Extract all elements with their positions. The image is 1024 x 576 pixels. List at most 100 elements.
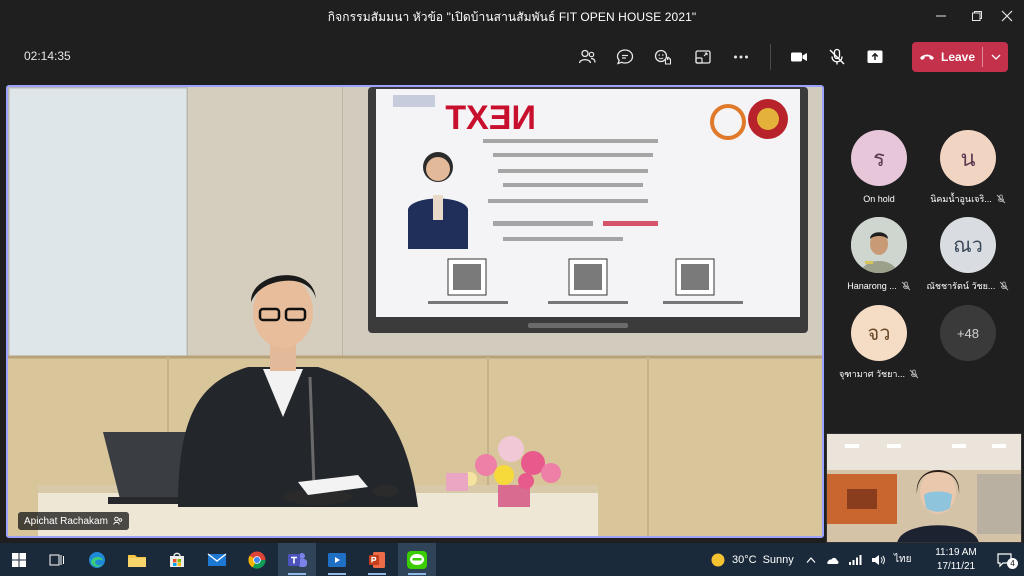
avatar (851, 217, 907, 273)
leave-options-button[interactable] (983, 42, 1008, 72)
mic-off-icon (1000, 281, 1009, 291)
close-window-button[interactable] (990, 0, 1024, 32)
participant-name: นิคมน้ำอูนเจริ... (930, 194, 992, 204)
leave-main-button[interactable]: Leave (912, 42, 982, 72)
avatar: จว (851, 305, 907, 361)
sun-icon (711, 553, 725, 566)
participant-name-row: จุฑามาศ วัชยา... (836, 367, 922, 381)
mic-button[interactable] (822, 42, 852, 72)
start-button[interactable] (0, 543, 38, 576)
participant-name-row: Hanarong ... (836, 279, 922, 293)
presenter-icon (113, 516, 123, 525)
mail-taskbar-button[interactable] (198, 543, 236, 576)
weather-widget[interactable]: 30°C Sunny (710, 543, 794, 576)
participant-tile[interactable]: น นิคมน้ำอูนเจริ... (925, 130, 1011, 206)
self-view-frame (827, 434, 1021, 542)
onedrive-cloud-icon[interactable] (825, 555, 839, 565)
line-messenger-icon (407, 550, 427, 569)
meeting-timer: 02:14:35 (24, 49, 71, 63)
notification-count: 4 (1007, 558, 1018, 569)
participant-name: Hanarong ... (847, 281, 897, 291)
people-icon (578, 49, 596, 64)
windows-logo-icon (12, 552, 26, 567)
mic-off-icon (829, 48, 845, 65)
title-bar: กิจกรรมสัมมนา หัวข้อ "เปิดบ้านสานสัมพันธ… (0, 0, 1024, 32)
powerpoint-icon (369, 551, 385, 568)
weather-temp: 30°C (732, 553, 757, 566)
input-language[interactable]: ไทย (894, 552, 911, 567)
clock-time: 11:19 AM (935, 547, 977, 558)
participant-name-row: On hold (836, 192, 922, 206)
breakout-rooms-icon (695, 50, 711, 64)
system-tray: ไทย (806, 543, 911, 576)
network-icon[interactable] (848, 554, 862, 566)
video-camera-icon (791, 52, 807, 62)
participant-tile[interactable]: ร On hold (836, 130, 922, 206)
chat-button[interactable] (610, 42, 640, 72)
chevron-up-icon[interactable] (806, 556, 816, 564)
toolbar-divider (770, 44, 771, 70)
more-horizontal-icon (734, 55, 748, 59)
edge-browser-icon (89, 551, 105, 568)
taskbar-clock[interactable]: 11:19 AM 17/11/21 (930, 546, 982, 574)
store-bag-icon (170, 552, 184, 567)
teams-taskbar-button[interactable] (278, 543, 316, 576)
media-player-taskbar-button[interactable] (318, 543, 356, 576)
mic-off-icon (996, 194, 1006, 204)
avatar: ณว (940, 217, 996, 273)
clock-date: 17/11/21 (936, 561, 976, 572)
leave-label: Leave (940, 50, 976, 64)
window-title: กิจกรรมสัมมนา หัวข้อ "เปิดบ้านสานสัมพันธ… (327, 10, 697, 24)
participants-button[interactable] (572, 42, 602, 72)
phone-hangup-icon (919, 54, 934, 60)
chevron-down-icon (991, 54, 1000, 60)
self-view-video[interactable] (826, 433, 1022, 543)
more-participants-button[interactable]: +48 (940, 305, 996, 361)
task-view-icon (49, 554, 64, 565)
mail-envelope-icon (207, 552, 227, 566)
media-player-icon (328, 552, 346, 567)
camera-button[interactable] (784, 42, 814, 72)
share-screen-button[interactable] (860, 42, 890, 72)
meeting-toolbar: 02:14:35 Leave (0, 32, 1024, 82)
participant-name: ณัชชารัตน์ วัชย... (926, 281, 996, 291)
leave-button[interactable]: Leave (912, 42, 1008, 72)
participant-name: On hold (863, 194, 895, 204)
participant-name-row: นิคมน้ำอูนเจริ... (925, 192, 1011, 206)
participant-photo (851, 217, 907, 273)
slide-heading: NEXT (445, 99, 536, 137)
speaker-name: Apichat Rachakam (24, 515, 108, 527)
powerpoint-taskbar-button[interactable] (358, 543, 396, 576)
participant-name: จุฑามาศ วัชยา... (839, 369, 905, 379)
mic-off-icon (909, 369, 919, 379)
participant-tile[interactable]: จว จุฑามาศ วัชยา... (836, 305, 922, 381)
task-view-button[interactable] (38, 543, 76, 576)
speaker-video-frame: NEXT (8, 87, 822, 536)
notification-center-button[interactable]: 4 (990, 543, 1020, 576)
line-taskbar-button[interactable] (398, 543, 436, 576)
speaker-name-tag: Apichat Rachakam (18, 512, 129, 530)
edge-taskbar-button[interactable] (78, 543, 116, 576)
mic-off-icon (901, 281, 911, 291)
file-explorer-taskbar-button[interactable] (118, 543, 156, 576)
rooms-button[interactable] (688, 42, 718, 72)
participant-tile[interactable]: Hanarong ... (836, 217, 922, 293)
chrome-browser-icon (248, 551, 266, 569)
chat-icon (616, 49, 634, 65)
raise-hand-icon (654, 49, 672, 65)
main-video-feed[interactable]: NEXT Apichat Rachakam (6, 85, 824, 538)
folder-icon (128, 554, 146, 567)
windows-taskbar: 30°C Sunny ไทย 11:19 AM 17/11/21 4 (0, 543, 1024, 576)
chrome-taskbar-button[interactable] (238, 543, 276, 576)
participant-name-row: ณัชชารัตน์ วัชย... (925, 279, 1011, 293)
reactions-button[interactable] (648, 42, 678, 72)
store-taskbar-button[interactable] (158, 543, 196, 576)
share-tray-icon (867, 50, 883, 63)
weather-desc: Sunny (762, 553, 794, 566)
more-actions-button[interactable] (726, 42, 756, 72)
volume-icon[interactable] (871, 554, 885, 566)
participant-tile[interactable]: ณว ณัชชารัตน์ วัชย... (925, 217, 1011, 293)
avatar: น (940, 130, 996, 186)
teams-icon (288, 552, 307, 567)
avatar: ร (851, 130, 907, 186)
